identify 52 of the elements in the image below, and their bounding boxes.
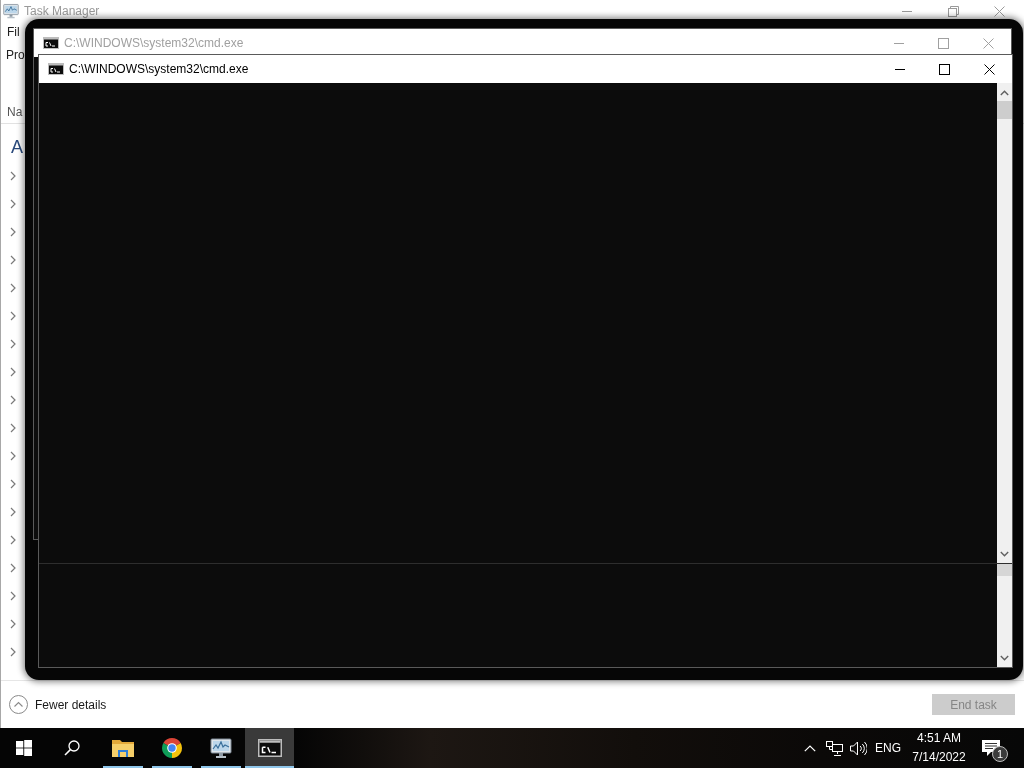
chevron-icon[interactable] <box>10 255 16 265</box>
windows-logo-icon[interactable] <box>16 740 32 756</box>
restore-icon[interactable] <box>947 5 959 17</box>
minimize-icon[interactable] <box>894 68 905 70</box>
language-button[interactable]: ENG <box>874 728 902 768</box>
chevron-icon[interactable] <box>10 591 16 601</box>
monitor-graph-icon <box>209 737 232 759</box>
chevron-icon[interactable] <box>10 283 16 293</box>
speaker-icon[interactable] <box>849 740 867 756</box>
chevron-icon[interactable] <box>10 619 16 629</box>
group-heading: A <box>11 138 23 156</box>
console-icon <box>48 63 64 75</box>
window-title: Task Manager <box>24 3 100 20</box>
chevron-up-circle-icon <box>9 695 28 714</box>
scrollbar[interactable] <box>997 564 1012 667</box>
console-icon <box>257 739 282 757</box>
chevron-icon[interactable] <box>10 647 16 657</box>
taskbar-button[interactable] <box>245 728 294 768</box>
close-icon[interactable] <box>984 63 995 75</box>
chevron-icon[interactable] <box>10 395 16 405</box>
chevron-icon[interactable] <box>10 339 16 349</box>
chevron-down-icon[interactable] <box>1000 655 1009 661</box>
network-icon[interactable] <box>825 740 843 756</box>
browser-icon <box>160 737 183 759</box>
chevron-icon[interactable] <box>10 199 16 209</box>
chevron-down-icon[interactable] <box>1000 551 1009 557</box>
chevron-icon[interactable] <box>10 171 16 181</box>
chevron-icon[interactable] <box>10 507 16 517</box>
chevron-icon[interactable] <box>10 227 16 237</box>
column-header[interactable]: Na <box>7 102 23 121</box>
task-manager-icon <box>3 3 19 19</box>
folder-icon <box>111 739 134 757</box>
console-icon <box>43 37 59 49</box>
chevron-icon[interactable] <box>10 367 16 377</box>
chevron-icon[interactable] <box>10 423 16 433</box>
scrollbar-thumb[interactable] <box>997 564 1012 576</box>
chevron-icon[interactable] <box>10 311 16 321</box>
chevron-icon[interactable] <box>10 479 16 489</box>
clock-button[interactable]: 4:51 AM 7/14/2022 <box>908 728 970 768</box>
tab[interactable]: Pro <box>6 49 25 61</box>
chevron-icon[interactable] <box>10 535 16 545</box>
search-icon[interactable] <box>64 740 80 756</box>
maximize-icon[interactable] <box>939 63 950 75</box>
scrollbar[interactable] <box>997 83 1012 563</box>
fewer-details-button[interactable]: Fewer details <box>9 695 107 714</box>
chevron-icon[interactable] <box>10 563 16 573</box>
window-title: C:\WINDOWS\system32\cmd.exe <box>64 35 244 52</box>
notification-badge: 1 <box>992 746 1008 762</box>
window-title: C:\WINDOWS\system32\cmd.exe <box>69 61 249 78</box>
menu-item[interactable]: Fil <box>7 26 20 38</box>
chevron-icon[interactable] <box>10 451 16 461</box>
scrollbar-thumb[interactable] <box>997 101 1012 119</box>
